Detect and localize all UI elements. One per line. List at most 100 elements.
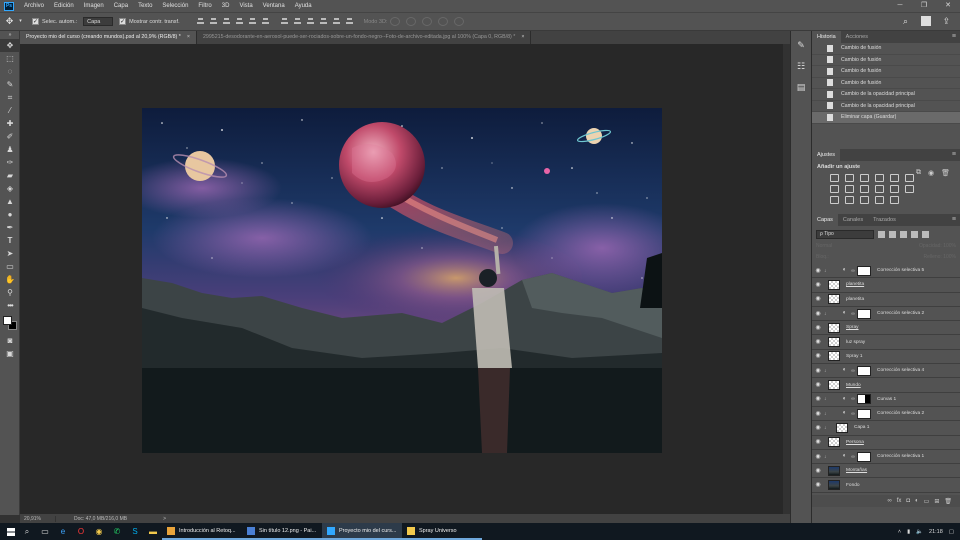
layer-select-dropdown[interactable]: Capa [83,17,114,26]
distribute-bottom-icon[interactable] [306,17,315,26]
align-bottom-icon[interactable] [222,17,231,26]
move-tool-icon[interactable]: ✥ [4,16,15,27]
history-item[interactable]: Eliminar capa (Guardar) [812,112,960,124]
link-icon[interactable]: ∞ [850,411,856,417]
add-mask-icon[interactable]: ◘ [906,498,910,504]
brush-tool-icon[interactable]: ✐ [0,130,20,143]
layer-thumbnail[interactable] [828,480,840,491]
photo-filter-icon[interactable] [875,185,884,193]
tab-desodorante[interactable]: 2995215-desodorante-en-aerosol-puede-ser… [197,31,532,44]
taskbar-app[interactable]: Spray Universo [402,523,482,540]
align-top-icon[interactable] [196,17,205,26]
share-icon[interactable]: ⇪ [941,16,952,27]
panel-collapse-icon[interactable]: » [0,31,20,39]
zoom-tool-icon[interactable]: ⚲ [0,286,20,299]
layer-filter-dropdown[interactable]: ρ Tipo [816,230,874,239]
task-view-icon[interactable]: ▭ [38,523,52,540]
zoom-level[interactable]: 20,91% [20,515,56,522]
blur-tool-icon[interactable]: ▲ [0,195,20,208]
eye-icon[interactable]: ◉ [812,378,824,392]
history-brush-tool-icon[interactable]: ✑ [0,156,20,169]
network-icon[interactable]: ▮ [907,529,910,535]
eye-icon[interactable]: ◉ [812,349,824,363]
whatsapp-icon[interactable]: ✆ [110,523,124,540]
new-group-icon[interactable]: ▭ [924,498,930,505]
menu-ventana[interactable]: Ventana [258,0,290,12]
eraser-tool-icon[interactable]: ▰ [0,169,20,182]
curves-icon[interactable] [860,174,869,182]
paint-bucket-tool-icon[interactable]: ◈ [0,182,20,195]
link-icon[interactable]: ∞ [850,396,856,402]
align-left-icon[interactable] [235,17,244,26]
clock[interactable]: 21:18 [929,529,943,535]
layer-thumbnail[interactable] [828,351,840,362]
brush-settings-icon[interactable]: ✎ [795,40,807,52]
align-hcenter-icon[interactable] [248,17,257,26]
levels-icon[interactable] [845,174,854,182]
taskbar-app[interactable]: Sin título 12.png - Pai... [242,523,322,540]
opacity-value[interactable]: 100% [943,243,956,249]
layer-row[interactable]: ◉ planetita [812,278,960,293]
skype-icon[interactable]: S [128,523,142,540]
properties-icon[interactable]: ☷ [795,61,807,73]
posterize-icon[interactable] [845,196,854,204]
tab-ajustes[interactable]: Ajustes [812,149,841,161]
layer-row[interactable]: ◉ Persona [812,436,960,450]
selective-color-icon[interactable] [890,196,899,204]
filter-shape-icon[interactable] [911,231,918,238]
maximize-icon[interactable]: ❐ [912,0,936,12]
layer-row[interactable]: ◉ Spray [812,321,960,336]
history-item[interactable]: Cambio de la opacidad principal [812,89,960,101]
opera-icon[interactable]: O [74,523,88,540]
layer-thumbnail[interactable] [828,337,840,348]
layer-row[interactable]: ◉ ↓ ◐ ∞ Corrección selectiva 1 [812,450,960,465]
tab-proyecto[interactable]: Proyecto mio del curso (creando mundos).… [20,31,197,44]
edge-icon[interactable]: e [56,523,70,540]
layer-row[interactable]: ◉ ↓ Capa 1 [812,421,960,436]
marquee-tool-icon[interactable]: ⬚ [0,52,20,65]
eye-icon[interactable]: ◉ [812,321,824,335]
eye-icon[interactable]: ◉ [812,278,824,292]
history-snapshot-toggle[interactable] [815,89,823,99]
eyedropper-tool-icon[interactable]: ⁄ [0,104,20,117]
libraries-icon[interactable]: ▤ [795,82,807,94]
screen-mode-icon[interactable]: ▣ [0,347,20,360]
eye-icon[interactable]: ◉ [812,450,824,464]
layer-row[interactable]: ◉ ↓ ◐ ∞ Corrección selectiva 4 [812,364,960,379]
history-snapshot-toggle[interactable] [815,66,823,76]
menu-3d[interactable]: 3D [217,0,235,12]
shape-tool-icon[interactable]: ▭ [0,260,20,273]
history-item[interactable]: Cambio de fusión [812,78,960,89]
hand-tool-icon[interactable]: ✋ [0,273,20,286]
roll-3d-icon[interactable] [406,17,417,26]
layer-row[interactable]: ◉ Fondo [812,478,960,493]
black-white-icon[interactable] [860,185,869,193]
threshold-icon[interactable] [860,196,869,204]
volume-icon[interactable]: 🔈 [916,529,923,535]
history-item[interactable]: Cambio de fusión [812,43,960,55]
layer-row[interactable]: ◉ ↓ ◐ ∞ Corrección selectiva 5 [812,264,960,279]
healing-brush-tool-icon[interactable]: ✚ [0,117,20,130]
foreground-color[interactable] [3,316,12,325]
history-snapshot-toggle[interactable] [815,55,823,65]
transform-controls-checkbox[interactable]: ✓ [119,18,127,25]
minimize-icon[interactable]: ─ [888,0,912,12]
menu-capa[interactable]: Capa [109,0,133,12]
exposure-icon[interactable] [875,174,884,182]
align-right-icon[interactable] [261,17,270,26]
type-tool-icon[interactable]: T [0,234,20,247]
panel-menu-icon[interactable]: ≡ [952,214,956,226]
eye-icon[interactable]: ◉ [812,421,824,435]
layer-row[interactable]: ◉ ↓ ◐ ∞ Corrección selectiva 2 [812,407,960,422]
menu-seleccion[interactable]: Selección [157,0,193,12]
eye-icon[interactable]: ◉ [812,307,824,321]
link-icon[interactable]: ∞ [887,498,891,504]
taskbar-app[interactable]: Introducción al Retoq... [162,523,242,540]
move-tool-icon[interactable]: ✥ [0,39,20,52]
filter-smart-icon[interactable] [922,231,929,238]
autoselect-checkbox[interactable]: ✓ [32,18,39,25]
folder-icon[interactable]: ▬ [146,523,160,540]
crop-tool-icon[interactable]: ⌗ [0,91,20,104]
gradient-map-icon[interactable] [875,196,884,204]
color-lookup-icon[interactable] [905,185,914,193]
